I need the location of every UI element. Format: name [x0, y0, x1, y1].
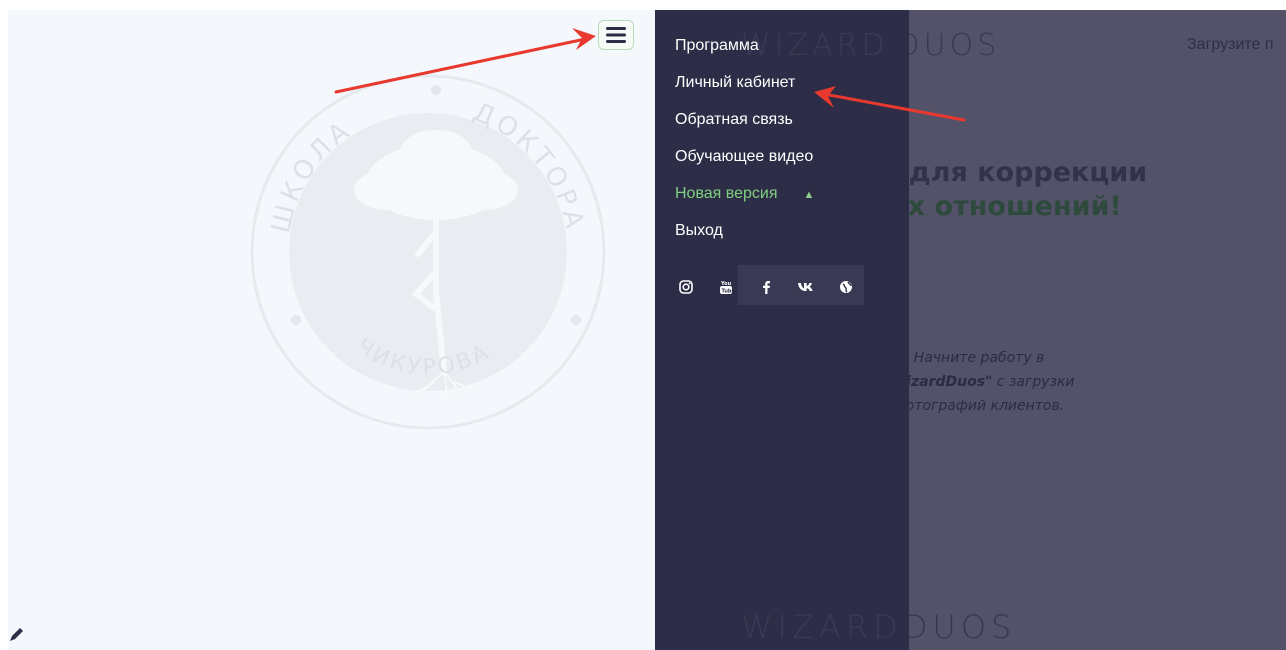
nav-item-tutorial[interactable]: Обучающее видео	[675, 145, 814, 182]
instagram-icon[interactable]	[675, 276, 697, 298]
upload-link[interactable]: Загрузите п	[1187, 36, 1274, 54]
footer-brand-right: DUOS	[902, 608, 1017, 646]
app-frame: ШКОЛА ДОКТОРА ЧИКУРОВА DUOS Загрузите п …	[8, 10, 1286, 650]
annotation-arrow-menu	[334, 28, 596, 94]
school-logo: ШКОЛА ДОКТОРА ЧИКУРОВА	[248, 72, 608, 432]
nav-item-program[interactable]: Программа	[675, 34, 814, 71]
left-pane: ШКОЛА ДОКТОРА ЧИКУРОВА	[8, 10, 655, 650]
nav-item-account[interactable]: Личный кабинет	[675, 71, 814, 108]
hint-line-2: с загрузки	[992, 374, 1075, 390]
facebook-icon[interactable]	[755, 276, 777, 298]
youtube-icon[interactable]: YouTube	[715, 276, 737, 298]
globe-icon[interactable]	[835, 276, 857, 298]
nav-item-logout[interactable]: Выход	[675, 219, 814, 256]
drawer-footer-brand-left: WIZARD	[741, 608, 903, 646]
nav-item-new-version[interactable]: Новая версия ▲	[675, 182, 814, 219]
drawer-nav: Программа Личный кабинет Обратная связь …	[675, 34, 814, 256]
social-links: YouTube	[675, 276, 875, 298]
pencil-icon[interactable]	[8, 625, 26, 643]
drawer-footer-brand-shadow: WIZARD	[741, 608, 903, 646]
brand-right: DUOS	[896, 28, 1001, 63]
new-version-label: Новая версия	[675, 185, 778, 202]
svg-text:Tube: Tube	[722, 289, 734, 295]
sort-caret-icon: ▲	[803, 189, 815, 201]
vk-icon[interactable]	[795, 276, 817, 298]
nav-item-feedback[interactable]: Обратная связь	[675, 108, 814, 145]
annotation-arrow-account	[814, 86, 966, 122]
